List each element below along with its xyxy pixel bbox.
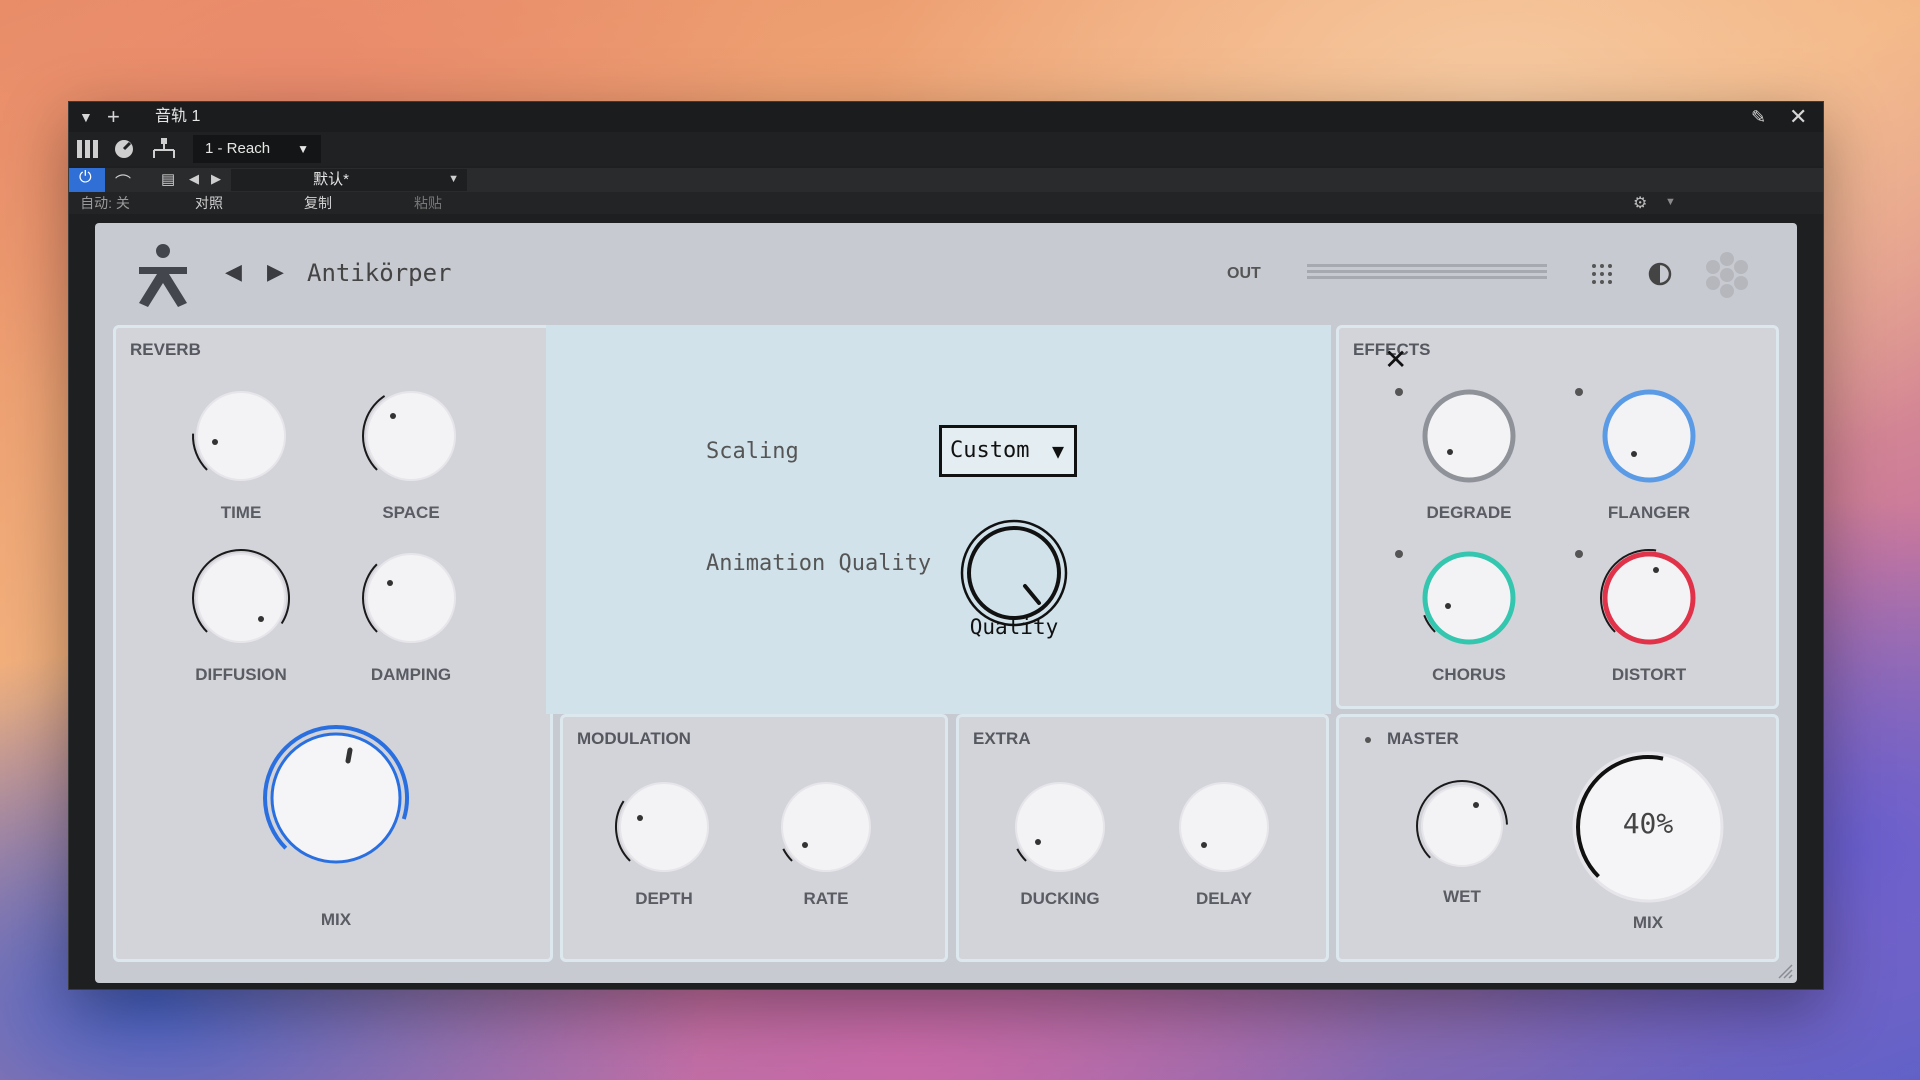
time-label: TIME — [220, 503, 262, 522]
damping-knob[interactable] — [361, 548, 461, 653]
reverb-mix-label: MIX — [320, 910, 352, 929]
preset-row: ⏻ ⌒ ▤ ◀ ▶ 默认* ▼ — [69, 168, 1823, 192]
brand-logo-icon — [139, 244, 187, 307]
distort-indicator — [1575, 550, 1583, 558]
ducking-knob[interactable] — [1010, 777, 1110, 882]
wet-knob[interactable] — [1415, 779, 1509, 878]
reverb-title: REVERB — [130, 340, 201, 359]
master-panel: MASTER WET 40% MIX — [1336, 714, 1779, 962]
gauge-icon[interactable] — [113, 138, 135, 160]
plugin-window: ▼ + 音轨 1 ✎ ✕ 1 - Reach ▼ ⏻ ⌒ ▤ ◀ ▶ 默认* ▼… — [68, 101, 1824, 990]
extra-title: EXTRA — [973, 729, 1031, 748]
routing-icon[interactable] — [151, 138, 177, 160]
reverb-mix-knob[interactable] — [261, 723, 411, 878]
extra-panel: EXTRA DUCKING DELAY — [956, 714, 1329, 962]
modulation-panel: MODULATION DEPTH RATE — [560, 714, 948, 962]
depth-label: DEPTH — [635, 889, 693, 908]
degrade-indicator — [1395, 388, 1403, 396]
delay-knob[interactable] — [1174, 777, 1274, 882]
next-preset-icon[interactable]: ▶ — [211, 171, 221, 187]
dropdown-arrow-icon: ▼ — [1051, 439, 1064, 463]
power-icon: ⏻ — [79, 169, 92, 186]
master-title: MASTER — [1387, 729, 1459, 748]
copy-button[interactable]: 复制 — [263, 192, 373, 214]
add-icon[interactable]: + — [107, 102, 120, 132]
compare-button[interactable]: 对照 — [155, 192, 263, 214]
diffusion-label: DIFFUSION — [195, 665, 287, 684]
plugin-body: ◀ ▶ Antikörper OUT REVERB TIME SPACE DIF… — [95, 223, 1797, 983]
output-meter — [1307, 264, 1547, 282]
grid-dots-icon[interactable] — [1591, 263, 1613, 285]
automation-icon[interactable]: ⌒ — [115, 169, 131, 193]
distort-label: DISTORT — [1611, 665, 1687, 684]
rate-label: RATE — [803, 889, 849, 908]
flanger-knob[interactable] — [1599, 386, 1699, 491]
chevron-down-icon: ▼ — [448, 173, 459, 185]
chevron-down-icon[interactable]: ▼ — [1665, 196, 1676, 208]
wet-label: WET — [1443, 887, 1481, 906]
prev-preset-arrow-icon[interactable]: ◀ — [225, 259, 242, 285]
bars-icon[interactable] — [77, 140, 99, 158]
chevron-down-icon: ▼ — [297, 142, 309, 156]
settings-overlay: ✕ Scaling Custom ▼ Animation Quality Qua… — [546, 325, 1407, 714]
menu-dropdown-icon[interactable]: ▼ — [79, 102, 93, 132]
master-mix-label: MIX — [1632, 913, 1664, 932]
preset-actions-row: 自动: 关 对照 复制 粘贴 ⚙ ▼ — [69, 192, 1823, 214]
gear-icon[interactable]: ⚙ — [1633, 193, 1647, 213]
prev-preset-icon[interactable]: ◀ — [189, 171, 199, 187]
close-icon[interactable]: ✕ — [1384, 343, 1407, 376]
master-indicator — [1365, 737, 1371, 743]
effects-panel: EFFECTS DEGRADE FLANGER CHORUS DISTORT — [1336, 325, 1779, 709]
ducking-label: DUCKING — [1020, 889, 1100, 908]
distort-knob[interactable] — [1599, 548, 1699, 653]
preset-file-icon[interactable]: ▤ — [161, 170, 175, 188]
master-mix-knob[interactable]: 40% — [1568, 747, 1728, 912]
chorus-knob[interactable] — [1419, 548, 1519, 653]
flanger-indicator — [1575, 388, 1583, 396]
rate-knob[interactable] — [776, 777, 876, 882]
reverb-panel: REVERB TIME SPACE DIFFUSION DAMPING MIX — [113, 325, 553, 962]
flower-logo-icon[interactable] — [1703, 251, 1751, 299]
close-window-icon[interactable]: ✕ — [1789, 102, 1807, 132]
out-label: OUT — [1227, 265, 1261, 282]
resize-grip-icon[interactable] — [1777, 963, 1793, 979]
track-title: 音轨 1 — [155, 108, 201, 125]
preset-name-label: 默认* — [313, 171, 349, 188]
plugin-name: Antikörper — [307, 259, 452, 287]
space-label: SPACE — [382, 503, 440, 522]
degrade-label: DEGRADE — [1426, 503, 1512, 522]
quality-label: Quality — [969, 615, 1059, 639]
animation-quality-label: Animation Quality — [706, 551, 932, 576]
flanger-label: FLANGER — [1607, 503, 1691, 522]
time-knob[interactable] — [191, 386, 291, 491]
master-mix-value: 40% — [1622, 807, 1674, 840]
automation-label: 自动: 关 — [80, 195, 130, 211]
modulation-title: MODULATION — [577, 729, 691, 748]
preset-slot-select[interactable]: 1 - Reach ▼ — [193, 135, 321, 163]
chorus-label: CHORUS — [1432, 665, 1506, 684]
pin-icon[interactable]: ✎ — [1751, 102, 1766, 132]
depth-knob[interactable] — [614, 777, 714, 882]
next-preset-arrow-icon[interactable]: ▶ — [267, 259, 284, 285]
theme-toggle-icon[interactable] — [1647, 261, 1673, 287]
chorus-indicator — [1395, 550, 1403, 558]
preset-slot-label: 1 - Reach — [205, 140, 271, 157]
host-toolbar: 1 - Reach ▼ — [69, 132, 1823, 166]
window-titlebar: ▼ + 音轨 1 ✎ ✕ — [69, 102, 1823, 132]
scaling-value: Custom — [950, 438, 1030, 463]
degrade-knob[interactable] — [1419, 386, 1519, 491]
diffusion-knob[interactable] — [191, 548, 291, 653]
preset-name-select[interactable]: 默认* ▼ — [231, 169, 467, 191]
scaling-label: Scaling — [706, 439, 799, 464]
paste-button[interactable]: 粘贴 — [373, 192, 483, 214]
scaling-select[interactable]: Custom ▼ — [939, 425, 1077, 477]
delay-label: DELAY — [1195, 889, 1253, 908]
space-knob[interactable] — [361, 386, 461, 491]
power-button[interactable]: ⏻ — [69, 168, 105, 192]
damping-label: DAMPING — [370, 665, 452, 684]
